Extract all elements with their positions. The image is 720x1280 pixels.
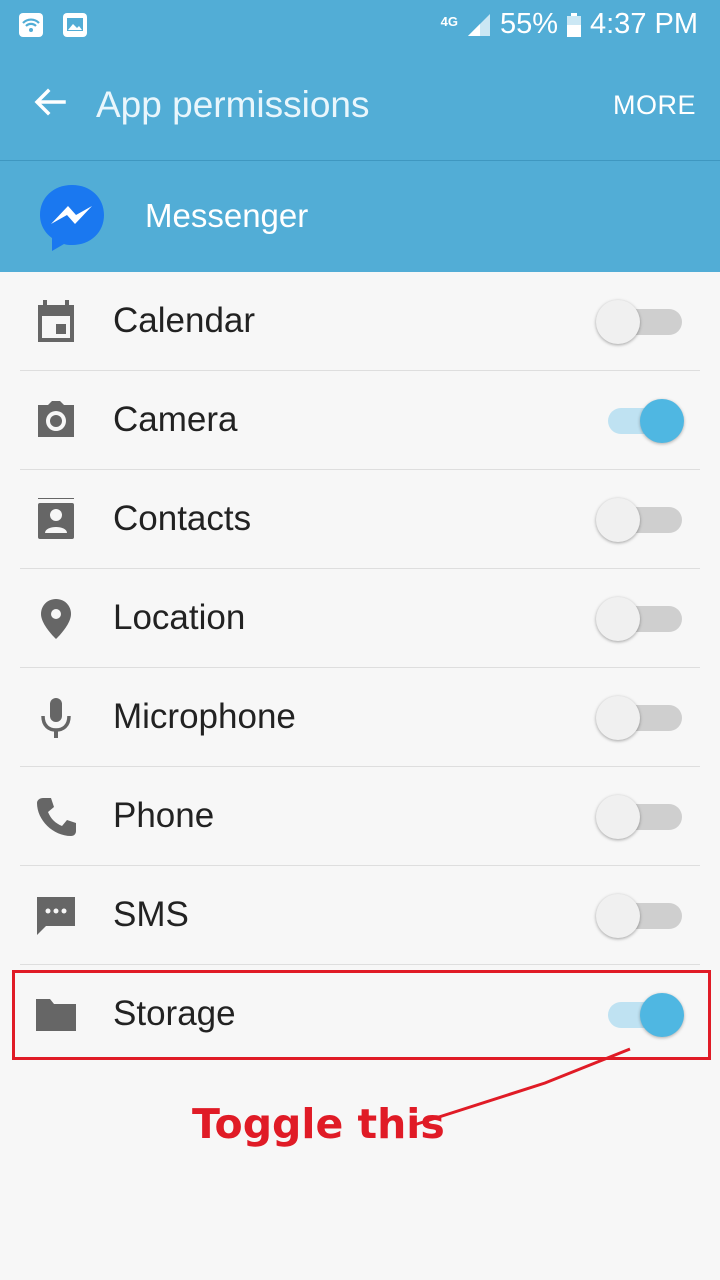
- permission-row-location[interactable]: Location: [20, 569, 700, 668]
- microphone-toggle[interactable]: [596, 696, 684, 740]
- page-title: App permissions: [96, 84, 370, 125]
- microphone-icon: [41, 698, 71, 738]
- permission-label: Calendar: [113, 301, 256, 340]
- permission-label: Microphone: [113, 697, 296, 736]
- back-arrow-icon[interactable]: [30, 82, 70, 122]
- permission-label: Location: [113, 598, 246, 637]
- calendar-icon: [38, 300, 74, 342]
- permission-row-calendar[interactable]: Calendar: [20, 272, 700, 371]
- permission-label: Camera: [113, 400, 238, 439]
- permission-row-microphone[interactable]: Microphone: [20, 668, 700, 767]
- annotation-label: Toggle this: [192, 1100, 445, 1148]
- network-type-label: 4G: [440, 14, 458, 29]
- permission-row-sms[interactable]: SMS: [20, 866, 700, 965]
- permission-label: Contacts: [113, 499, 252, 538]
- camera-toggle[interactable]: [606, 399, 684, 443]
- permissions-list: Calendar Camera Contacts Location Microp…: [0, 272, 720, 1063]
- permission-row-camera[interactable]: Camera: [20, 371, 700, 470]
- sms-icon: [37, 897, 75, 935]
- messenger-logo-icon: [40, 185, 104, 251]
- location-toggle[interactable]: [596, 597, 684, 641]
- more-button[interactable]: MORE: [613, 90, 696, 121]
- wifi-icon: [19, 13, 43, 37]
- phone-toggle[interactable]: [596, 795, 684, 839]
- calendar-toggle[interactable]: [596, 300, 684, 344]
- camera-icon: [38, 401, 74, 437]
- signal-icon: [467, 13, 490, 36]
- location-pin-icon: [41, 599, 71, 639]
- app-header: Messenger: [0, 161, 720, 272]
- battery-percent: 55%: [499, 8, 558, 40]
- permission-label: Phone: [113, 796, 215, 835]
- app-name: Messenger: [145, 197, 309, 234]
- app-bar: App permissions MORE: [0, 50, 720, 161]
- clock: 4:37 PM: [590, 8, 698, 40]
- phone-icon: [37, 798, 76, 836]
- permission-row-contacts[interactable]: Contacts: [20, 470, 700, 569]
- contacts-toggle[interactable]: [596, 498, 684, 542]
- gallery-icon: [63, 13, 87, 37]
- permission-row-phone[interactable]: Phone: [20, 767, 700, 866]
- sms-toggle[interactable]: [596, 894, 684, 938]
- contacts-icon: [38, 498, 74, 539]
- annotation-highlight-box: [12, 970, 711, 1060]
- status-bar: 4G 55% 4:37 PM: [0, 0, 720, 50]
- battery-icon: [567, 12, 581, 37]
- permission-label: SMS: [113, 895, 189, 934]
